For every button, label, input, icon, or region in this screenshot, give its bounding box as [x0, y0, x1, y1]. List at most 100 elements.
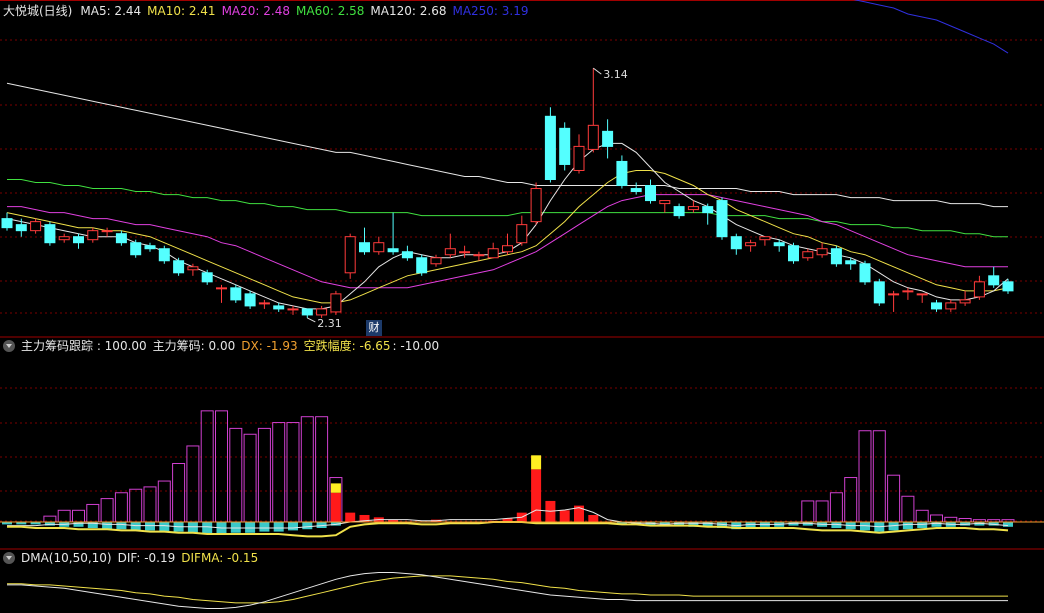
- chip-red-bar: [531, 469, 542, 522]
- dif-line: [7, 572, 1008, 609]
- candle-body: [287, 308, 299, 311]
- candle-body: [487, 248, 499, 259]
- chip-yellow-bar: [531, 455, 542, 470]
- chip-hollow-bar: [829, 492, 843, 523]
- candle-body: [888, 293, 900, 296]
- candle-body: [273, 305, 285, 310]
- candle-body: [587, 124, 599, 150]
- chip-hollow-bar: [157, 480, 171, 523]
- ma60-line: [7, 179, 1008, 238]
- chip-negative-bar: [245, 522, 256, 533]
- chip-negative-bar: [202, 522, 213, 534]
- financial-report-tag[interactable]: 财: [366, 320, 382, 336]
- candle-body: [301, 308, 313, 316]
- candle-body: [773, 242, 785, 247]
- chip-value-label: 主力筹码: 0.00: [152, 339, 236, 353]
- chip-negative-bar: [102, 522, 113, 530]
- chip-hollow-bar: [129, 488, 143, 523]
- chip-hollow-bar: [72, 509, 85, 523]
- dma-title-label: DMA(10,50,10): [21, 551, 112, 565]
- candle-body: [30, 221, 42, 232]
- candle-body: [945, 302, 957, 310]
- extra-value-label: : -10.00: [392, 339, 440, 353]
- candle-body: [502, 245, 513, 253]
- candle-body: [830, 248, 842, 265]
- chip-hollow-bar: [57, 509, 71, 523]
- candle-body: [973, 281, 985, 298]
- difma-label: DIFMA: -0.15: [181, 551, 259, 565]
- candle-body: [58, 236, 70, 241]
- stock-chart[interactable]: 3.14 2.31: [0, 0, 1044, 613]
- dx-label: DX: -1.93: [241, 339, 298, 353]
- candle-body: [516, 224, 528, 244]
- candle-body: [401, 251, 413, 259]
- chip-hollow-bar: [286, 422, 300, 523]
- candle-body: [730, 236, 742, 250]
- candle-body: [759, 236, 771, 241]
- candle-body: [44, 224, 56, 244]
- chip-negative-bar: [288, 522, 298, 531]
- chip-red-bar: [330, 492, 341, 522]
- candle-body: [173, 260, 185, 274]
- chip-negative-bar: [273, 522, 284, 532]
- candle-body: [544, 115, 556, 181]
- candle-body: [873, 281, 885, 304]
- candle-body: [15, 224, 27, 232]
- candle-body: [144, 245, 156, 250]
- candle-body: [616, 160, 628, 187]
- candle-body: [201, 272, 213, 283]
- low-marker: [307, 317, 316, 323]
- chip-negative-bar: [902, 522, 913, 530]
- chip-hollow-bar: [100, 498, 114, 523]
- ma5-label: MA5: 2.44: [80, 4, 142, 18]
- difma-line: [7, 575, 1008, 604]
- chip-red-bar: [559, 510, 570, 522]
- chip-negative-bar: [259, 522, 270, 532]
- candle-body: [1002, 281, 1014, 292]
- chip-hollow-bar: [858, 430, 872, 523]
- chip-hollow-bar: [915, 509, 929, 523]
- chip-negative-bar: [230, 522, 241, 533]
- chip-hollow-bar: [815, 500, 829, 523]
- chip-hollow-bar: [200, 410, 214, 523]
- chip-hollow-bar: [243, 433, 257, 523]
- candle-body: [916, 293, 928, 296]
- candle-body: [602, 130, 614, 147]
- chip-negative-bar: [116, 522, 127, 530]
- chip-red-bar: [588, 514, 599, 522]
- chip-negative-bar: [1003, 522, 1013, 527]
- ma120-line: [6, 82, 1008, 208]
- ma120-label: MA120: 2.68: [370, 4, 447, 18]
- candle-body: [1, 218, 13, 229]
- candle-body: [316, 308, 328, 316]
- candle-body: [373, 242, 385, 253]
- chevron-down-icon[interactable]: [3, 552, 15, 564]
- candle-body: [258, 302, 270, 305]
- chevron-down-icon[interactable]: [3, 340, 15, 352]
- candle-body: [573, 145, 585, 171]
- candle-body: [444, 248, 456, 256]
- chip-negative-bar: [917, 522, 928, 528]
- candle-body: [788, 245, 799, 262]
- low-label: 2.31: [317, 317, 342, 330]
- candle-body: [130, 242, 142, 256]
- chip-hollow-bar: [114, 492, 128, 523]
- chip-hollow-bar: [887, 474, 901, 523]
- chip-hollow-bar: [86, 503, 100, 523]
- candle-body: [959, 299, 971, 304]
- candle-body: [802, 251, 814, 259]
- candle-body: [330, 293, 342, 313]
- candle-body: [187, 266, 199, 271]
- chip-hollow-bar: [315, 416, 329, 523]
- candle-body: [816, 248, 828, 256]
- high-marker: [593, 67, 602, 75]
- chip-legend: 主力筹码跟踪 : 100.00 主力筹码: 0.00 DX: -1.93 空跌幅…: [0, 336, 445, 356]
- candle-body: [216, 287, 227, 290]
- chip-hollow-bar: [272, 422, 286, 523]
- candle-body: [859, 263, 871, 283]
- candle-body: [745, 242, 757, 247]
- candle-body: [244, 293, 256, 307]
- ma60-label: MA60: 2.58: [296, 4, 365, 18]
- stock-title: 大悦城(日线): [3, 4, 73, 18]
- chip-hollow-bar: [257, 427, 271, 523]
